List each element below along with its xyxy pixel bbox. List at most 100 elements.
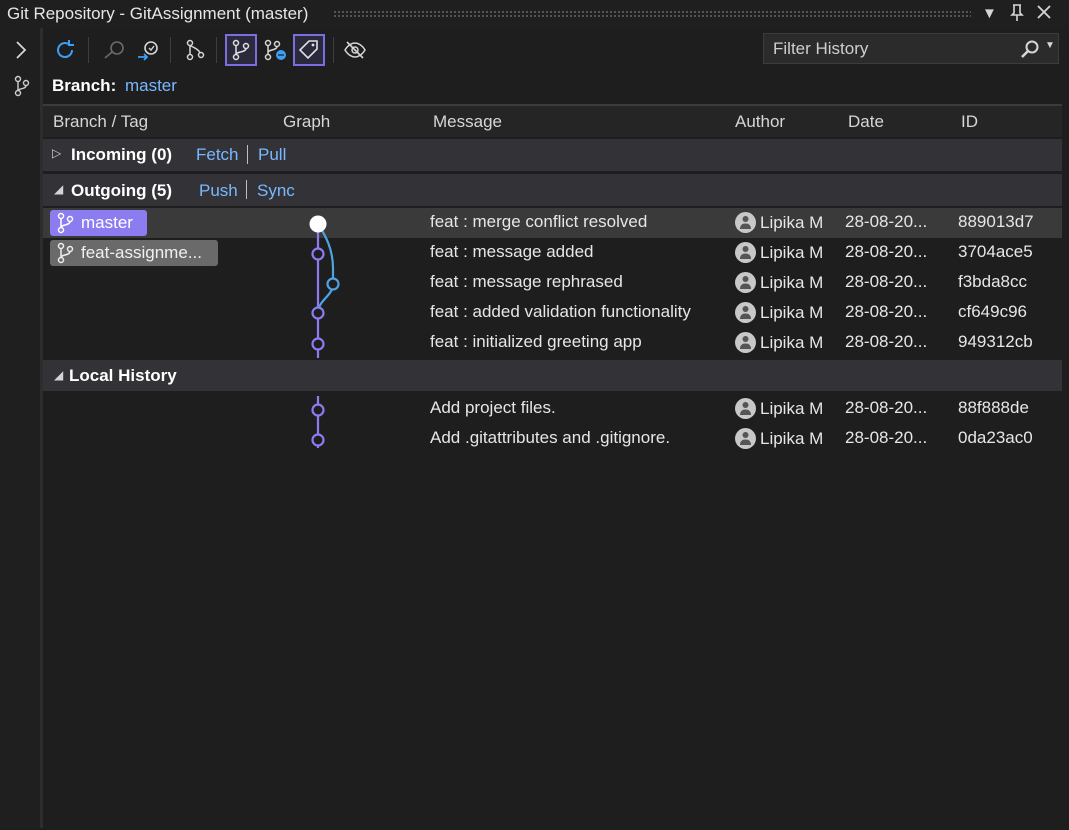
hide-eye-icon[interactable] bbox=[340, 35, 370, 65]
avatar-icon bbox=[735, 332, 756, 353]
window-title: Git Repository - GitAssignment (master) bbox=[7, 4, 309, 23]
avatar-icon bbox=[735, 272, 756, 293]
column-graph[interactable]: Graph bbox=[283, 112, 330, 132]
toolbar-separator bbox=[216, 37, 217, 63]
link-separator bbox=[246, 180, 247, 199]
commit-message: Add .gitattributes and .gitignore. bbox=[430, 428, 671, 447]
commit-date: 28-08-20... bbox=[845, 242, 928, 261]
commit-id: cf649c96 bbox=[958, 302, 1027, 321]
pin-icon[interactable] bbox=[1009, 4, 1025, 27]
commit-date: 28-08-20... bbox=[845, 428, 928, 447]
collapsed-triangle-icon[interactable]: ▷ bbox=[52, 146, 61, 160]
avatar-icon bbox=[735, 398, 756, 419]
commit-message: feat : message added bbox=[430, 242, 594, 261]
author-name: Lipika M bbox=[760, 332, 824, 352]
avatar-icon bbox=[735, 428, 756, 449]
avatar-icon bbox=[735, 212, 756, 233]
commit-author: Lipika M bbox=[735, 212, 835, 233]
commit-message: feat : merge conflict resolved bbox=[430, 212, 648, 231]
toolbar-separator bbox=[88, 37, 89, 63]
commit-date: 28-08-20... bbox=[845, 302, 928, 321]
link-separator bbox=[247, 145, 248, 164]
commit-date: 28-08-20... bbox=[845, 212, 928, 231]
local-history-title[interactable]: Local History bbox=[69, 366, 177, 386]
branch-label: Branch: bbox=[52, 76, 117, 95]
push-link[interactable]: Push bbox=[199, 181, 238, 201]
local-history-section: ◢ Local History bbox=[43, 360, 1062, 391]
commit-date: 28-08-20... bbox=[845, 398, 928, 417]
remote-branches-icon[interactable] bbox=[260, 35, 290, 65]
incoming-title[interactable]: Incoming (0) bbox=[71, 145, 172, 165]
toolbar-separator bbox=[170, 37, 171, 63]
commit-row[interactable]: feat : merge conflict resolved Lipika M … bbox=[43, 208, 1062, 238]
refresh-icon[interactable] bbox=[50, 35, 80, 65]
author-name: Lipika M bbox=[760, 212, 824, 232]
commit-author: Lipika M bbox=[735, 398, 835, 419]
commit-author: Lipika M bbox=[735, 272, 835, 293]
branch-icon[interactable] bbox=[12, 75, 32, 102]
branch-value[interactable]: master bbox=[125, 76, 177, 95]
commit-message: Add project files. bbox=[430, 398, 556, 417]
branch-icon bbox=[57, 212, 74, 234]
commit-author: Lipika M bbox=[735, 332, 835, 353]
commit-id: f3bda8cc bbox=[958, 272, 1027, 291]
column-id[interactable]: ID bbox=[961, 112, 978, 132]
column-date[interactable]: Date bbox=[848, 112, 884, 132]
left-rail bbox=[0, 28, 43, 828]
commit-id: 3704ace5 bbox=[958, 242, 1033, 261]
previous-commit-icon[interactable] bbox=[99, 35, 129, 65]
tag-toggle-icon[interactable] bbox=[293, 34, 325, 66]
title-bar-grip[interactable] bbox=[333, 10, 971, 18]
author-name: Lipika M bbox=[760, 428, 824, 448]
commit-date: 28-08-20... bbox=[845, 332, 928, 351]
column-branch-tag[interactable]: Branch / Tag bbox=[53, 112, 148, 132]
commit-id: 949312cb bbox=[958, 332, 1033, 351]
current-branch: Branch: master bbox=[52, 76, 177, 96]
tag-label: master bbox=[81, 213, 133, 232]
commit-id: 88f888de bbox=[958, 398, 1029, 417]
commit-author: Lipika M bbox=[735, 302, 835, 323]
feat-branch-tag[interactable]: feat-assignme... bbox=[50, 240, 218, 266]
column-header: Branch / Tag Graph Message Author Date I… bbox=[43, 106, 1062, 137]
search-icon[interactable] bbox=[1020, 39, 1040, 64]
close-icon[interactable] bbox=[1036, 4, 1052, 25]
incoming-section: ▷ Incoming (0) Fetch Pull bbox=[43, 139, 1062, 171]
outgoing-title[interactable]: Outgoing (5) bbox=[71, 181, 172, 201]
commit-message: feat : initialized greeting app bbox=[430, 332, 642, 351]
expand-chevron-icon[interactable] bbox=[14, 40, 28, 65]
filter-history-input[interactable] bbox=[771, 38, 1005, 60]
show-branches-toggle-icon[interactable] bbox=[225, 34, 257, 66]
compare-branches-icon[interactable] bbox=[180, 35, 210, 65]
filter-dropdown-icon[interactable]: ▼ bbox=[1045, 40, 1055, 51]
commit-id: 0da23ac0 bbox=[958, 428, 1033, 447]
toolbar-separator bbox=[333, 37, 334, 63]
commit-date: 28-08-20... bbox=[845, 272, 928, 291]
outgoing-section: ◢ Outgoing (5) Push Sync bbox=[43, 174, 1062, 206]
master-branch-tag[interactable]: master bbox=[50, 210, 147, 236]
commit-row[interactable]: feat : added validation functionality Li… bbox=[43, 298, 1062, 328]
filter-history-box[interactable]: ▼ bbox=[763, 33, 1059, 64]
avatar-icon bbox=[735, 242, 756, 263]
commit-row[interactable]: feat : initialized greeting app Lipika M… bbox=[43, 328, 1062, 358]
column-author[interactable]: Author bbox=[735, 112, 785, 132]
commit-author: Lipika M bbox=[735, 428, 835, 449]
author-name: Lipika M bbox=[760, 272, 824, 292]
commit-row[interactable]: feat : message rephrased Lipika M 28-08-… bbox=[43, 268, 1062, 298]
branch-icon bbox=[57, 242, 74, 264]
author-name: Lipika M bbox=[760, 398, 824, 418]
commit-message: feat : added validation functionality bbox=[430, 302, 691, 321]
author-name: Lipika M bbox=[760, 302, 824, 322]
commit-author: Lipika M bbox=[735, 242, 835, 263]
sync-link[interactable]: Sync bbox=[257, 181, 295, 201]
dropdown-icon[interactable]: ▼ bbox=[982, 5, 997, 22]
column-message[interactable]: Message bbox=[433, 112, 502, 132]
fetch-link[interactable]: Fetch bbox=[196, 145, 239, 165]
next-commit-icon[interactable] bbox=[133, 35, 163, 65]
commit-row[interactable]: Add .gitattributes and .gitignore. Lipik… bbox=[43, 424, 1062, 454]
tag-label: feat-assignme... bbox=[81, 243, 202, 262]
pull-link[interactable]: Pull bbox=[258, 145, 286, 165]
commit-message: feat : message rephrased bbox=[430, 272, 623, 291]
expanded-triangle-icon[interactable]: ◢ bbox=[54, 368, 63, 382]
expanded-triangle-icon[interactable]: ◢ bbox=[54, 182, 63, 196]
commit-row[interactable]: Add project files. Lipika M 28-08-20... … bbox=[43, 394, 1062, 424]
